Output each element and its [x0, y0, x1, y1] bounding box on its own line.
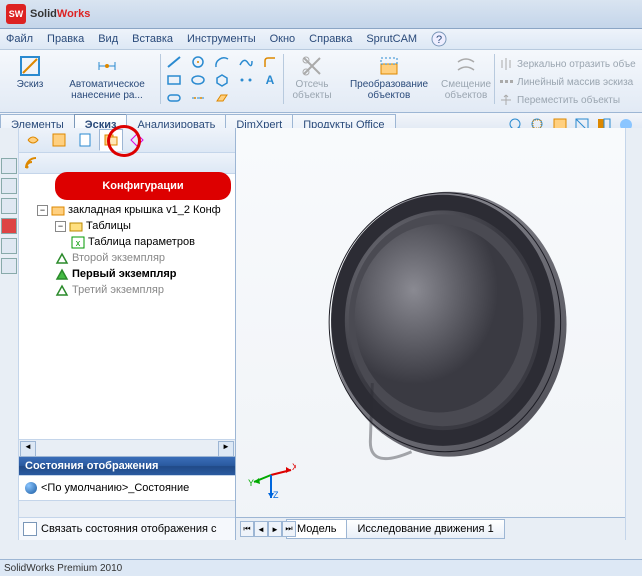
tree-param-table[interactable]: x Таблица параметров: [23, 234, 231, 250]
svg-text:Y: Y: [248, 478, 254, 488]
viewport-tabs: ⏮ ◄ ► ⏭ Модель Исследование движения 1: [236, 517, 642, 540]
menu-view[interactable]: Вид: [98, 33, 118, 45]
config-inactive-icon: [55, 251, 69, 265]
app-window: SW SolidWorks Файл Правка Вид Вставка Ин…: [0, 0, 642, 576]
collapse-icon[interactable]: −: [55, 221, 66, 232]
move-button[interactable]: Переместить объекты: [497, 92, 638, 108]
centerline-tool-icon[interactable]: [187, 90, 209, 106]
menu-window[interactable]: Окно: [270, 33, 296, 45]
text-tool-icon[interactable]: A: [259, 72, 281, 88]
collapse-icon[interactable]: −: [37, 205, 48, 216]
panel-tab-property-icon[interactable]: [47, 129, 71, 151]
excel-icon: x: [71, 235, 85, 249]
sketch-button[interactable]: Эскиз: [10, 52, 50, 90]
convert-button[interactable]: Преобразование объектов: [344, 52, 434, 101]
menu-tools[interactable]: Инструменты: [187, 33, 256, 45]
polygon-tool-icon[interactable]: [211, 72, 233, 88]
tree-instance-3[interactable]: Третий экземпляр: [23, 282, 231, 298]
link-display-states-checkbox[interactable]: Связать состояния отображения с: [19, 517, 235, 540]
tab-nav-first-icon[interactable]: ⏮: [240, 521, 254, 537]
tree-instance-2[interactable]: Второй экземпляр: [23, 250, 231, 266]
tree-root[interactable]: − закладная крышка v1_2 Конф: [23, 202, 231, 218]
menu-edit[interactable]: Правка: [47, 33, 84, 45]
annotation-oval: Kонфигурации: [55, 172, 231, 200]
app-logo-icon: SW: [6, 4, 26, 24]
svg-text:?: ?: [436, 34, 442, 46]
panel-tab-dimxpert-icon[interactable]: [125, 129, 149, 151]
auto-dimension-button[interactable]: Автоматическое нанесение ра...: [62, 52, 152, 101]
menu-sprutcam[interactable]: SprutCAM: [366, 33, 417, 45]
scrollbar-vertical[interactable]: [625, 128, 642, 540]
point-tool-icon[interactable]: [235, 72, 257, 88]
config-tree: − закладная крышка v1_2 Конф − Таблицы x…: [19, 174, 235, 439]
main-area: Kонфигурации − закладная крышка v1_2 Кон…: [0, 128, 642, 540]
tab-nav-last-icon[interactable]: ⏭: [282, 521, 296, 537]
config-active-icon: [55, 267, 69, 281]
rail-icon-4[interactable]: [1, 218, 17, 234]
tab-nav-prev-icon[interactable]: ◄: [254, 521, 268, 537]
svg-text:Z: Z: [273, 490, 279, 500]
scroll-left-icon[interactable]: ◄: [20, 441, 36, 457]
spline-tool-icon[interactable]: [235, 54, 257, 70]
sketch-tools-grid: A: [163, 52, 281, 106]
app-title: SolidWorks: [30, 8, 90, 20]
rail-icon-1[interactable]: [1, 158, 17, 174]
ellipse-tool-icon[interactable]: [187, 72, 209, 88]
svg-text:X: X: [292, 462, 296, 472]
help-icon[interactable]: ?: [431, 31, 447, 47]
menu-help[interactable]: Справка: [309, 33, 352, 45]
scroll-right-icon[interactable]: ►: [218, 441, 234, 457]
feature-manager-panel: Kонфигурации − закладная крышка v1_2 Кон…: [19, 128, 236, 540]
rail-icon-2[interactable]: [1, 178, 17, 194]
orientation-triad-icon[interactable]: X Y Z: [246, 450, 296, 500]
mirror-button[interactable]: Зеркально отразить объе: [497, 56, 638, 72]
slot-tool-icon[interactable]: [163, 90, 185, 106]
panel-tab-feature-icon[interactable]: [21, 129, 45, 151]
folder-icon: [69, 219, 83, 233]
config-inactive-icon: [55, 283, 69, 297]
display-state-default[interactable]: <По умолчанию>_Состояние: [23, 480, 231, 496]
tree-instance-1[interactable]: Первый экземпляр: [23, 266, 231, 282]
panel-tab-config-icon[interactable]: [99, 129, 123, 151]
ribbon: Эскиз Автоматическое нанесение ра...: [0, 50, 642, 113]
tree-tables[interactable]: − Таблицы: [23, 218, 231, 234]
panel-tabs: [19, 128, 235, 153]
appearance-sphere-icon: [25, 482, 37, 494]
rail-icon-5[interactable]: [1, 238, 17, 254]
tab-nav-next-icon[interactable]: ►: [268, 521, 282, 537]
display-states-body: <По умолчанию>_Состояние: [19, 475, 235, 500]
linear-array-button[interactable]: Линейный массив эскиза: [497, 74, 638, 90]
model-render: [236, 128, 642, 540]
menu-bar: Файл Правка Вид Вставка Инструменты Окно…: [0, 29, 642, 50]
left-rail: [0, 128, 19, 540]
checkbox-icon[interactable]: [23, 522, 37, 536]
viewport-tab-motion[interactable]: Исследование движения 1: [346, 519, 504, 539]
plane-tool-icon[interactable]: [211, 90, 233, 106]
line-tool-icon[interactable]: [163, 54, 185, 70]
part-icon: [51, 203, 65, 217]
rss-icon[interactable]: [23, 155, 39, 171]
rail-icon-3[interactable]: [1, 198, 17, 214]
svg-text:x: x: [76, 238, 81, 248]
viewport-3d[interactable]: X Y Z ⏮ ◄ ► ⏭ Модель Исследование движен…: [236, 128, 642, 540]
offset-button[interactable]: Смещение объектов: [446, 52, 486, 101]
fillet-tool-icon[interactable]: [259, 54, 281, 70]
trim-button[interactable]: Отсечь объекты: [292, 52, 332, 101]
arc-tool-icon[interactable]: [211, 54, 233, 70]
status-bar: SolidWorks Premium 2010: [0, 559, 642, 576]
titlebar: SW SolidWorks: [0, 0, 642, 29]
menu-insert[interactable]: Вставка: [132, 33, 173, 45]
panel-tab-sheet-icon[interactable]: [73, 129, 97, 151]
panel-subtabs: [19, 153, 235, 174]
display-states-header[interactable]: Состояния отображения: [19, 456, 235, 475]
rail-icon-6[interactable]: [1, 258, 17, 274]
menu-file[interactable]: Файл: [6, 33, 33, 45]
rect-tool-icon[interactable]: [163, 72, 185, 88]
svg-text:A: A: [266, 73, 275, 87]
circle-tool-icon[interactable]: [187, 54, 209, 70]
